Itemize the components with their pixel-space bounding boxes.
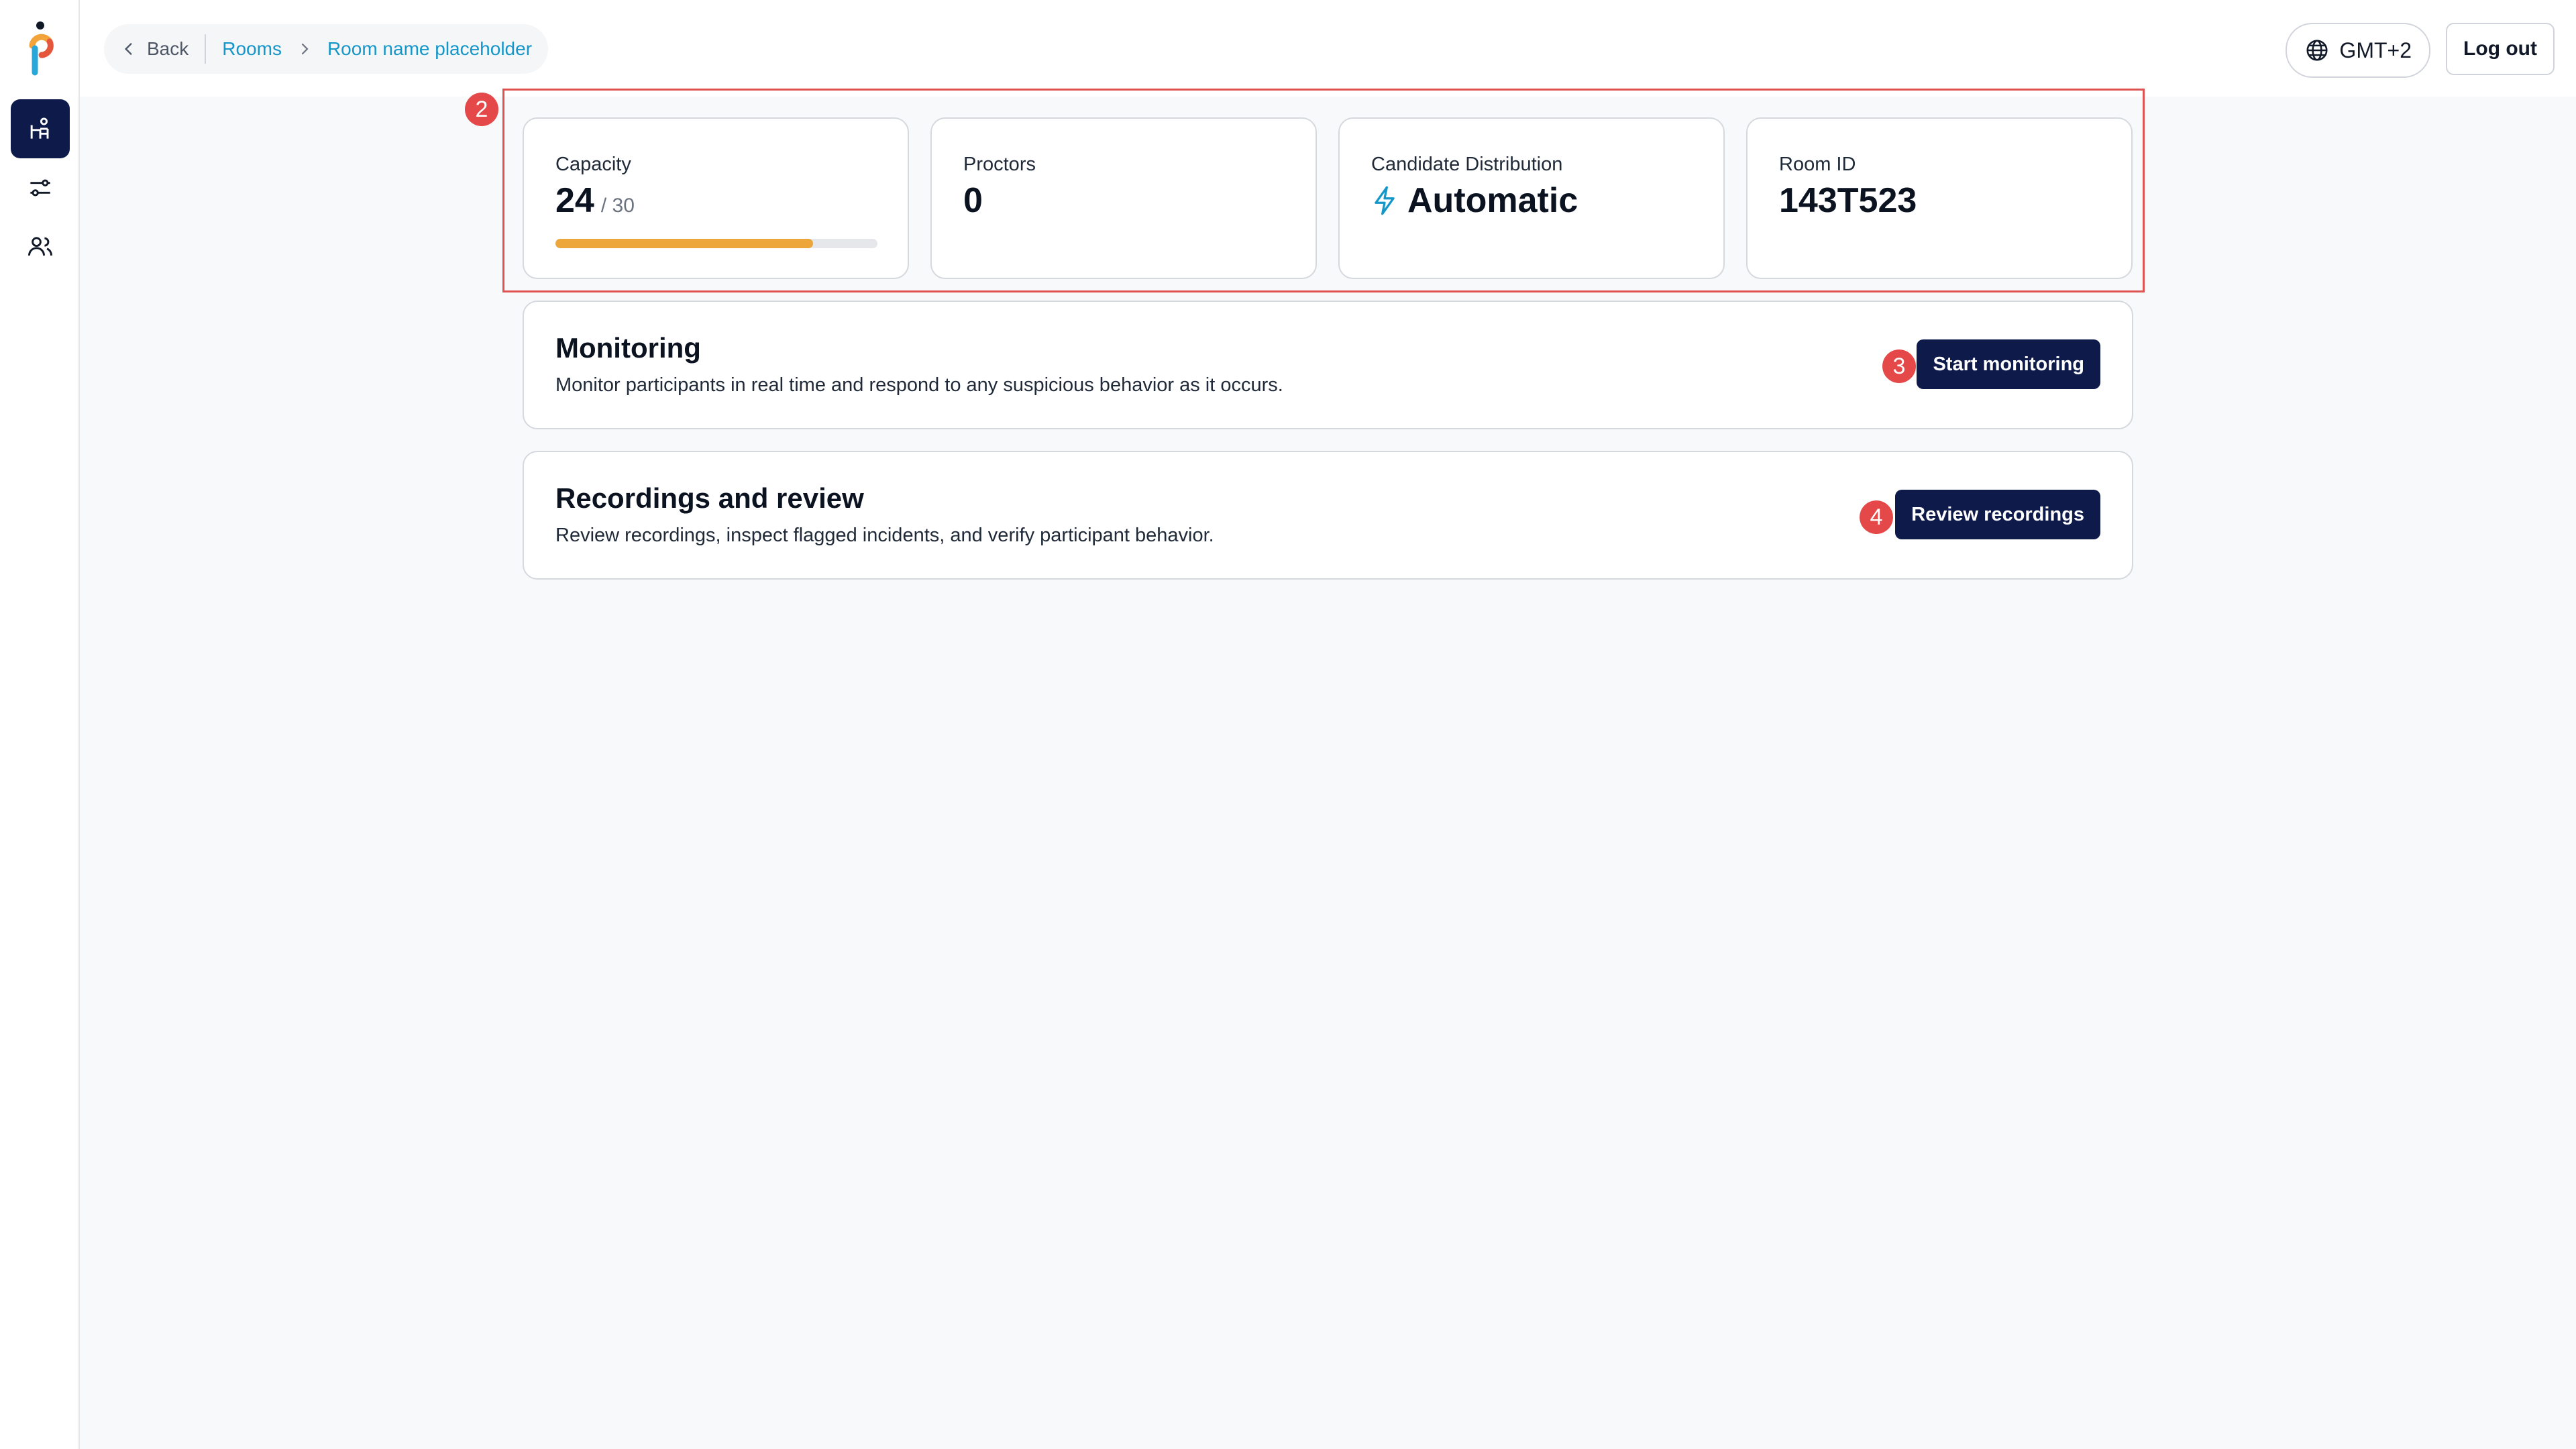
sliders-icon bbox=[30, 179, 50, 197]
back-button[interactable]: Back bbox=[120, 34, 207, 64]
breadcrumb: Back Rooms Room name placeholder bbox=[104, 24, 549, 74]
sidebar-item-rooms[interactable] bbox=[11, 99, 70, 158]
sidebar-item-settings[interactable] bbox=[11, 158, 70, 217]
classroom-icon bbox=[30, 117, 49, 139]
review-recordings-button[interactable]: Review recordings bbox=[1895, 490, 2100, 539]
users-icon bbox=[28, 237, 52, 256]
distribution-label: Candidate Distribution bbox=[1371, 154, 1563, 175]
chevron-left-icon bbox=[124, 43, 132, 55]
recordings-description: Review recordings, inspect flagged incid… bbox=[555, 525, 1214, 546]
proctors-label: Proctors bbox=[963, 154, 1036, 175]
capacity-label: Capacity bbox=[555, 154, 631, 175]
proctors-card: Proctors 0 bbox=[930, 117, 1317, 279]
sidebar bbox=[0, 0, 80, 1449]
lightning-icon bbox=[1375, 186, 1395, 215]
annotation-badge-3: 3 bbox=[1882, 350, 1916, 383]
monitoring-title: Monitoring bbox=[555, 332, 701, 364]
breadcrumb-current-room[interactable]: Room name placeholder bbox=[327, 38, 532, 60]
logout-button[interactable]: Log out bbox=[2446, 23, 2555, 75]
room-id-label: Room ID bbox=[1779, 154, 1856, 175]
proctors-value: 0 bbox=[963, 181, 983, 220]
chevron-right-icon bbox=[301, 43, 309, 55]
timezone-selector[interactable]: GMT+2 bbox=[2286, 23, 2430, 78]
room-id-card: Room ID 143T523 bbox=[1746, 117, 2133, 279]
annotation-badge-4: 4 bbox=[1860, 500, 1893, 534]
back-label: Back bbox=[147, 38, 189, 59]
capacity-max: / 30 bbox=[600, 195, 635, 217]
sidebar-item-users[interactable] bbox=[11, 217, 70, 276]
top-header: Back Rooms Room name placeholder GMT+2 L… bbox=[80, 0, 2576, 97]
app-logo[interactable] bbox=[25, 19, 55, 79]
breadcrumb-rooms-link[interactable]: Rooms bbox=[222, 38, 282, 60]
timezone-label: GMT+2 bbox=[2339, 38, 2412, 62]
recordings-title: Recordings and review bbox=[555, 482, 864, 514]
globe-icon bbox=[2306, 40, 2328, 61]
capacity-current: 24 bbox=[555, 181, 594, 220]
capacity-value: 24 / 30 bbox=[555, 180, 635, 221]
distribution-mode: Automatic bbox=[1407, 181, 1578, 220]
capacity-card: Capacity 24 / 30 bbox=[523, 117, 909, 279]
distribution-value: Automatic bbox=[1371, 180, 1578, 221]
annotation-badge-2: 2 bbox=[465, 93, 498, 126]
start-monitoring-button[interactable]: Start monitoring bbox=[1917, 339, 2100, 389]
monitoring-description: Monitor participants in real time and re… bbox=[555, 374, 1283, 396]
capacity-progress-bar bbox=[555, 239, 877, 248]
room-id-value: 143T523 bbox=[1779, 181, 1917, 220]
capacity-progress-fill bbox=[555, 239, 813, 248]
distribution-card: Candidate Distribution Automatic bbox=[1338, 117, 1725, 279]
